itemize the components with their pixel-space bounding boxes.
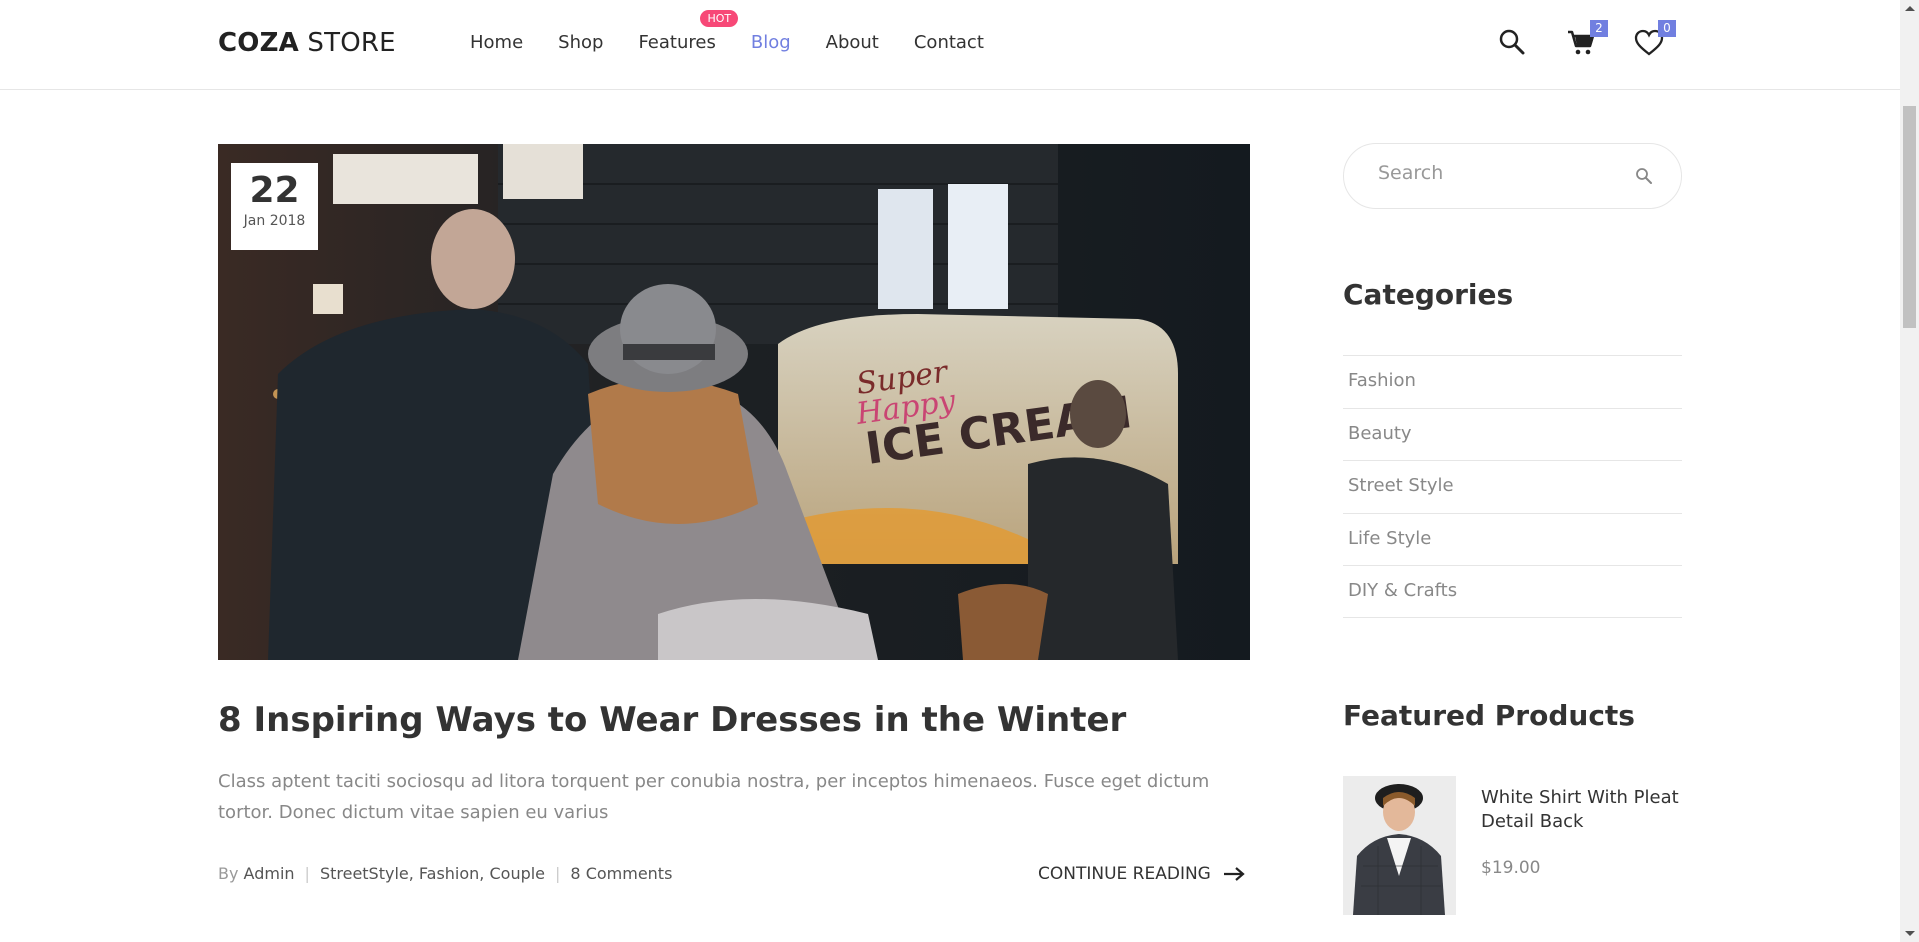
heart-icon[interactable]: 0 [1634,20,1676,58]
continue-reading-link[interactable]: CONTINUE READING [1038,864,1245,884]
sidebar-search [1343,143,1682,209]
search-icon[interactable] [1635,167,1653,189]
post-excerpt: Class aptent taciti sociosqu ad litora t… [218,771,1210,823]
product-price: $19.00 [1481,858,1541,878]
post-date: 22 Jan 2018 [231,163,318,250]
cart-count-badge: 2 [1590,20,1608,37]
scroll-thumb[interactable] [1903,106,1916,328]
nav-blog[interactable]: Blog [751,32,791,53]
hot-badge: HOT [700,10,739,27]
scroll-down-arrow-icon[interactable] [1905,931,1915,936]
site-header: COZA STORE Home Shop Features HOT Blog Ab… [0,0,1900,90]
nav-features[interactable]: Features HOT [638,10,739,53]
category-item[interactable]: Street Style [1343,460,1682,513]
date-day: 22 [249,170,300,211]
wishlist-count-badge: 0 [1658,20,1676,37]
date-month: Jan 2018 [243,213,306,229]
category-item[interactable]: Life Style [1343,512,1682,566]
continue-reading-label: CONTINUE READING [1038,864,1211,884]
product-name[interactable]: White Shirt With Pleat Detail Back [1481,786,1691,834]
cart-icon[interactable]: 2 [1566,20,1608,58]
post-tags[interactable]: StreetStyle, Fashion, Couple [320,864,545,883]
category-item[interactable]: Fashion [1343,355,1682,408]
nav-home[interactable]: Home [470,32,523,53]
nav-about[interactable]: About [826,32,879,53]
post-image[interactable]: Super Happy ICE CREAM [218,144,1250,660]
scroll-up-arrow-icon[interactable] [1905,6,1915,11]
featured-products-heading: Featured Products [1343,699,1635,732]
site-logo[interactable]: COZA STORE [218,28,396,58]
by-label: By [218,864,239,883]
categories-heading: Categories [1343,278,1514,311]
category-item[interactable]: Beauty [1343,407,1682,461]
page-scrollbar[interactable] [1900,0,1919,942]
header-icons: 2 0 [1498,20,1676,58]
post-meta: By Admin | StreetStyle, Fashion, Couple … [218,864,672,883]
search-input[interactable] [1378,162,1618,184]
meta-separator: | [555,864,561,883]
comments-link[interactable]: 8 Comments [570,864,672,883]
arrow-right-icon [1223,867,1245,881]
category-list: Fashion Beauty Street Style Life Style D… [1343,355,1682,618]
author-link[interactable]: Admin [244,864,295,883]
search-icon[interactable] [1498,28,1528,58]
main-nav: Home Shop Features HOT Blog About Contact [470,10,1019,53]
featured-product: White Shirt With Pleat Detail Back $19.0… [1343,776,1682,915]
meta-separator: | [304,864,310,883]
post-title[interactable]: 8 Inspiring Ways to Wear Dresses in the … [218,700,1250,740]
category-item[interactable]: DIY & Crafts [1343,565,1682,618]
nav-shop[interactable]: Shop [558,32,603,53]
nav-contact[interactable]: Contact [914,32,984,53]
product-image[interactable] [1343,776,1456,915]
